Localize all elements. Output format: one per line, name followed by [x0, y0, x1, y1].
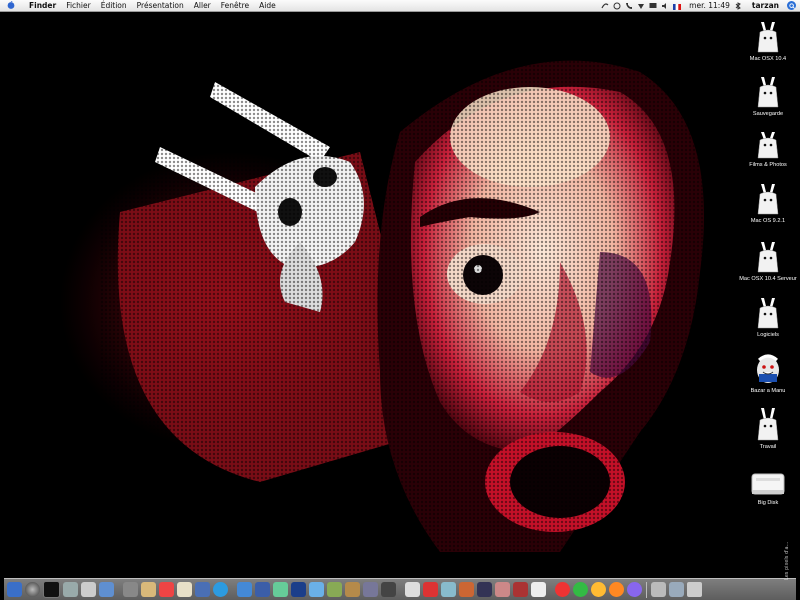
flash-icon[interactable] [495, 582, 510, 597]
menu-fenetre[interactable]: Fenêtre [216, 0, 254, 11]
safari-icon[interactable] [237, 582, 252, 597]
system-preferences-icon[interactable] [405, 582, 420, 597]
dashboard-icon[interactable] [25, 582, 40, 597]
menu-presentation[interactable]: Présentation [132, 0, 189, 11]
trash-icon[interactable] [687, 582, 702, 597]
phone-icon[interactable] [625, 2, 633, 10]
rabbit-drive-icon [757, 77, 779, 108]
script-menu-icon[interactable] [601, 2, 609, 10]
app-yellow-icon[interactable] [591, 582, 606, 597]
sync-icon[interactable] [613, 2, 621, 10]
menu-extras: mer. 11:49 tarzan [601, 0, 800, 11]
photoshop-icon[interactable] [441, 582, 456, 597]
desktop-icon-films-photos[interactable]: Films & Photos [738, 130, 798, 168]
rabbit-drive-icon [757, 22, 779, 53]
ical-icon[interactable] [159, 582, 174, 597]
external-disk-icon [751, 473, 785, 495]
desktop-wallpaper [0, 12, 800, 578]
desktop-icon-label: Mac OS 9.2.1 [750, 218, 786, 224]
itunes-icon[interactable] [309, 582, 324, 597]
desktop-icon-mac-os-921[interactable]: Mac OS 9.2.1 [738, 182, 798, 224]
indesign-icon[interactable] [477, 582, 492, 597]
rabbit-drive-icon [757, 408, 779, 441]
desktop-icon-mac-osx-104-serveur[interactable]: Mac OSX 10.4 Serveur [738, 240, 798, 282]
idvd-icon[interactable] [291, 582, 306, 597]
desktop-icon-label: Travail [759, 444, 777, 450]
desktop-icon-label: Films & Photos [749, 162, 787, 168]
network-utility-icon[interactable] [99, 582, 114, 597]
rabbit-drive-icon [757, 184, 779, 215]
documents-folder-icon[interactable] [669, 582, 684, 597]
airport-icon[interactable] [637, 2, 645, 10]
desktop-icon-label: Big Disk [757, 500, 779, 506]
activity-monitor-icon[interactable] [63, 582, 78, 597]
desktop-icon-label: Mac OSX 10.4 [749, 56, 787, 62]
desktop-icon-logiciels[interactable]: Logiciels [738, 296, 798, 338]
spotlight-icon[interactable] [787, 1, 796, 10]
menu-fichier[interactable]: Fichier [61, 0, 96, 11]
rabbit-drive-icon [757, 132, 779, 159]
desktop-icon-sauvegarde[interactable]: Sauvegarde [738, 75, 798, 117]
preview-icon[interactable] [123, 582, 138, 597]
app-red-icon[interactable] [555, 582, 570, 597]
menu-finder[interactable]: Finder [24, 0, 61, 11]
desktop-icon-travail[interactable]: Travail [738, 406, 798, 450]
desktop-icon-label: Mac OSX 10.4 Serveur [739, 276, 797, 282]
app-orange-icon[interactable] [609, 582, 624, 597]
garageband-icon[interactable] [345, 582, 360, 597]
wallpaper-credit-text: Les pixels d'a... [784, 541, 790, 580]
imovie-icon[interactable] [273, 582, 288, 597]
illustrator-icon[interactable] [459, 582, 474, 597]
address-book-icon[interactable] [177, 582, 192, 597]
desktop-icon-label: Bazar a Manu [750, 388, 786, 394]
desktop-icon-mac-osx-104[interactable]: Mac OSX 10.4 [738, 20, 798, 62]
rabbid-folder-icon [757, 354, 779, 383]
desktop-icon-label: Logiciels [757, 332, 779, 338]
display-icon[interactable] [649, 2, 657, 10]
acrobat-icon[interactable] [423, 582, 438, 597]
mail-icon[interactable] [195, 582, 210, 597]
desktop-icon-label: Sauvegarde [752, 111, 784, 117]
bluetooth-icon[interactable] [734, 1, 742, 10]
ichat-icon[interactable] [213, 582, 228, 597]
menu-aller[interactable]: Aller [189, 0, 216, 11]
applications-folder-icon[interactable] [651, 582, 666, 597]
menu-aide[interactable]: Aide [254, 0, 281, 11]
word-icon[interactable] [531, 582, 546, 597]
rabbit-drive-icon [757, 242, 779, 273]
internet-explorer-icon[interactable] [255, 582, 270, 597]
desktop-icon-big-disk[interactable]: Big Disk [738, 470, 798, 506]
terminal-icon[interactable] [43, 581, 60, 598]
menu-clock[interactable]: mer. 11:49 [689, 0, 730, 11]
automator-icon[interactable] [363, 582, 378, 597]
xcode-icon[interactable] [381, 582, 396, 597]
dreamweaver-icon[interactable] [513, 582, 528, 597]
system-profiler-icon[interactable] [81, 582, 96, 597]
finder-icon[interactable] [7, 582, 22, 597]
rabbit-drive-icon [757, 298, 779, 329]
menu-bar: Finder Fichier Édition Présentation Alle… [0, 0, 800, 12]
user-name[interactable]: tarzan [752, 0, 779, 11]
app-purple-icon[interactable] [627, 582, 642, 597]
desktop-icon-bazar-a-manu[interactable]: Bazar a Manu [738, 352, 798, 394]
apple-menu-icon[interactable] [6, 1, 16, 10]
menu-edition[interactable]: Édition [96, 0, 132, 11]
app-green-icon[interactable] [573, 582, 588, 597]
volume-icon[interactable] [661, 2, 669, 10]
textedit-icon[interactable] [141, 582, 156, 597]
dock [4, 578, 796, 600]
french-flag-icon[interactable] [673, 2, 682, 10]
iphoto-icon[interactable] [327, 582, 342, 597]
